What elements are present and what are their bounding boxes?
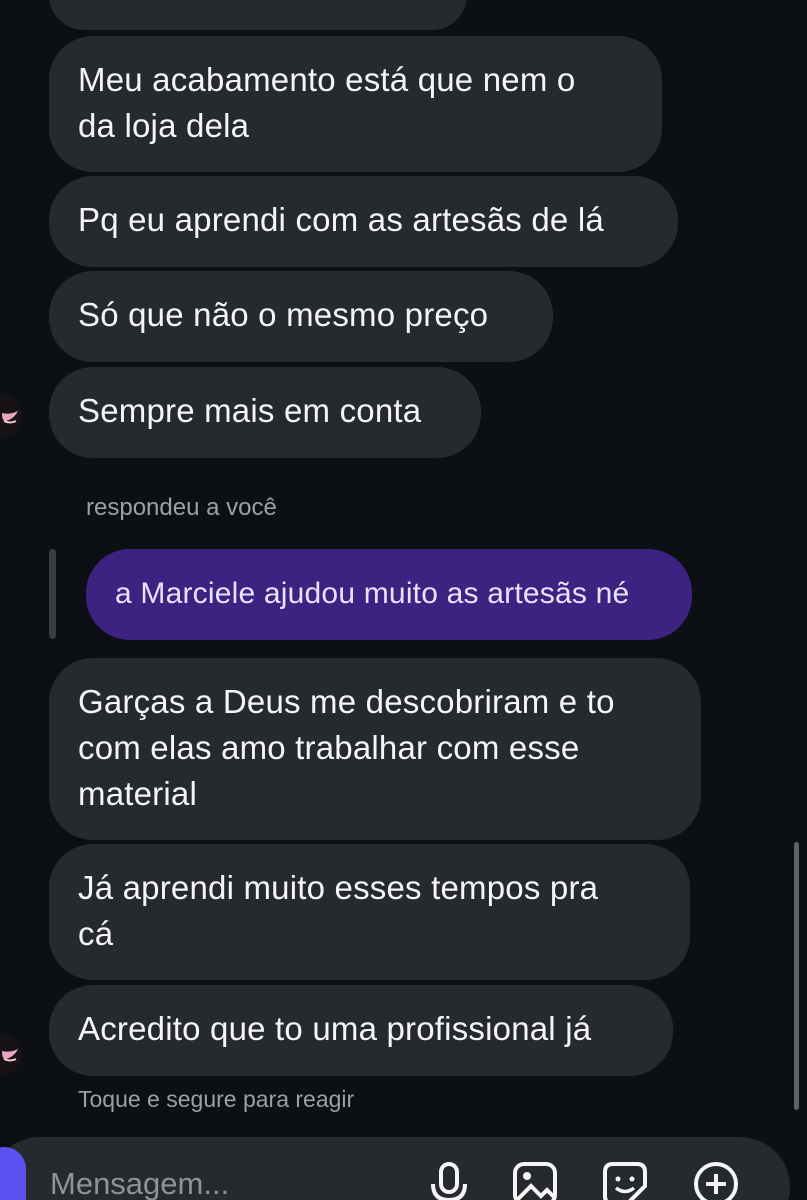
- message-text-line: Meu acabamento está que nem o: [78, 61, 576, 98]
- message-text-line: material: [78, 775, 197, 812]
- message-text: Acredito que to uma profissional já: [78, 1010, 592, 1047]
- message-bubble[interactable]: Acredito que to uma profissional já: [49, 985, 673, 1076]
- message-text-line: cá: [78, 915, 114, 952]
- message-text-line: da loja dela: [78, 107, 250, 144]
- reply-quote-bar: [49, 549, 56, 639]
- gallery-icon[interactable]: [511, 1160, 559, 1200]
- message-text: Pq eu aprendi com as artesãs de lá: [78, 201, 604, 238]
- message-text-line: com elas amo trabalhar com esse: [78, 729, 580, 766]
- reaction-hint: Toque e segure para reagir: [78, 1086, 355, 1112]
- message-text-line: Já aprendi muito esses tempos pra: [78, 869, 599, 906]
- dm-thread-screen: Meu acabamento está que nem o da loja de…: [0, 0, 807, 1200]
- sticker-icon[interactable]: [601, 1160, 649, 1200]
- avatar-image: [0, 395, 22, 437]
- quoted-message-text: a Marciele ajudou muito as artesãs né: [115, 577, 630, 610]
- contact-avatar[interactable]: [0, 1033, 22, 1075]
- microphone-icon[interactable]: [425, 1160, 473, 1200]
- scrollbar[interactable]: [794, 842, 799, 1110]
- message-bubble-partial[interactable]: [49, 0, 467, 30]
- reply-context-label: respondeu a você: [86, 494, 277, 521]
- avatar-image: [0, 1033, 22, 1075]
- message-input[interactable]: Mensagem...: [50, 1166, 229, 1200]
- message-text: Só que não o mesmo preço: [78, 296, 489, 333]
- quoted-message-bubble[interactable]: a Marciele ajudou muito as artesãs né: [86, 549, 692, 640]
- message-bubble[interactable]: Já aprendi muito esses tempos pra cá: [49, 844, 690, 980]
- message-bubble[interactable]: Garças a Deus me descobriram e to com el…: [49, 658, 701, 840]
- message-bubble[interactable]: Pq eu aprendi com as artesãs de lá: [49, 176, 678, 267]
- add-circle-icon[interactable]: [692, 1160, 740, 1200]
- message-bubble[interactable]: Meu acabamento está que nem o da loja de…: [49, 36, 662, 172]
- message-bubble[interactable]: Sempre mais em conta: [49, 367, 481, 458]
- contact-avatar[interactable]: [0, 395, 22, 437]
- message-bubble[interactable]: Só que não o mesmo preço: [49, 271, 553, 362]
- message-text-line: Garças a Deus me descobriram e to: [78, 683, 615, 720]
- message-text: Sempre mais em conta: [78, 392, 422, 429]
